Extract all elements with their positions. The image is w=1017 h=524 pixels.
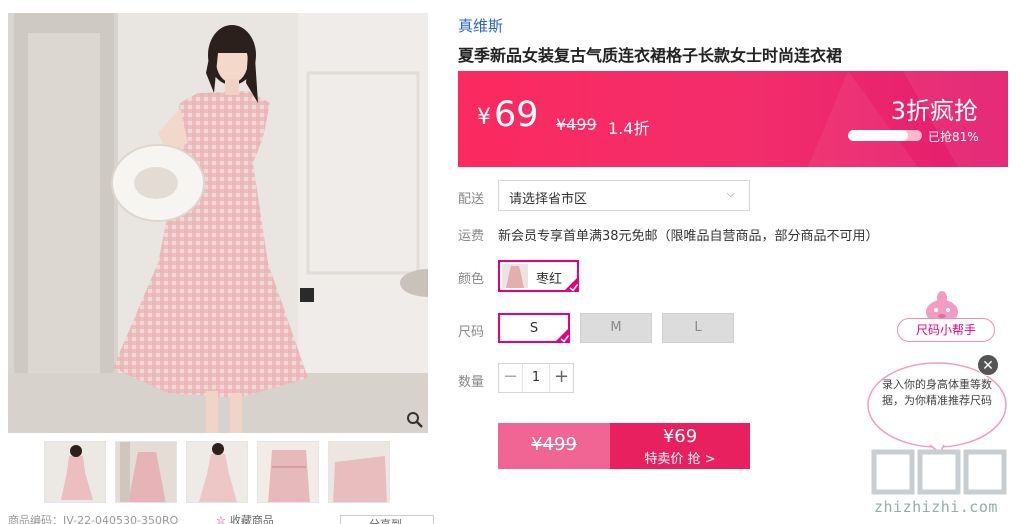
- size-label: 尺码: [458, 325, 485, 340]
- site-watermark: zhizhizhi.com: [866, 446, 1011, 522]
- promo-label: 3折疯抢: [890, 97, 978, 125]
- quantity-label: 数量: [458, 375, 485, 390]
- product-title: 夏季新品女装复古气质连衣裙格子长款女士时尚连衣裙: [458, 46, 843, 65]
- currency-symbol: ¥: [477, 105, 491, 130]
- below-image-strip: 商品编码：JV-22-040530-350RO ☆收藏商品 分享到: [8, 512, 438, 524]
- selected-check-icon: [563, 276, 579, 292]
- chevron-down-icon: ⌵: [726, 187, 735, 200]
- quantity-value[interactable]: 1: [523, 364, 549, 392]
- main-product-image[interactable]: [8, 13, 428, 433]
- size-option-label: S: [529, 321, 539, 336]
- favorite-label: 收藏商品: [229, 514, 274, 524]
- current-price: 69: [494, 95, 539, 135]
- delivery-label: 配送: [458, 192, 485, 207]
- buy-sale-price: ¥69: [662, 426, 698, 447]
- buy-button[interactable]: ¥499 ¥69 特卖价 抢 >: [498, 423, 750, 469]
- quantity-stepper: − 1 +: [498, 363, 574, 393]
- thumbnail-1[interactable]: [44, 441, 106, 503]
- sold-progress-bar: [848, 130, 922, 141]
- region-select[interactable]: 请选择省市区 ⌵: [498, 180, 750, 211]
- buy-original-price: ¥499: [498, 423, 610, 469]
- star-icon: ☆: [216, 514, 226, 524]
- size-option-m[interactable]: M: [580, 313, 652, 343]
- size-option-label: M: [610, 320, 622, 335]
- size-option-label: L: [694, 320, 702, 335]
- shipping-label: 运费: [458, 229, 485, 244]
- sold-percent-text: 已抢81%: [928, 130, 979, 144]
- buy-action-text: 特卖价 抢 >: [644, 452, 716, 467]
- buy-sale-section: ¥69 特卖价 抢 >: [610, 423, 750, 469]
- quantity-increase-button[interactable]: +: [549, 364, 573, 392]
- sold-progress-fill: [848, 130, 908, 141]
- share-button[interactable]: 分享到: [340, 515, 434, 524]
- discount-rate: 1.4折: [608, 119, 650, 138]
- shipping-info: 新会员专享首单满38元免邮（限唯品自营商品，部分商品不可用）: [498, 229, 879, 244]
- color-swatch-image: [502, 264, 528, 288]
- price-banner: ¥ 69 ¥499 1.4折 3折疯抢 已抢81%: [458, 71, 1008, 167]
- zoom-icon[interactable]: [406, 411, 424, 429]
- size-option-l[interactable]: L: [662, 313, 734, 343]
- watermark-text: zhizhizhi.com: [874, 498, 998, 516]
- thumbnail-2[interactable]: [115, 441, 177, 503]
- selected-check-icon: [554, 327, 570, 343]
- close-icon[interactable]: ✕: [977, 354, 999, 376]
- size-helper-text: 录入你的身高体重等数据，为你精准推荐尺码: [882, 378, 992, 407]
- brand-link[interactable]: 真维斯: [458, 15, 503, 36]
- color-label: 颜色: [458, 272, 485, 287]
- watermark-logo: [871, 449, 1007, 495]
- size-option-s[interactable]: S: [498, 313, 570, 343]
- favorite-button[interactable]: ☆ 收藏商品: [216, 512, 274, 524]
- region-select-value: 请选择省市区: [509, 192, 588, 207]
- original-price: ¥499: [556, 115, 597, 134]
- size-helper-button[interactable]: 尺码小帮手: [897, 318, 995, 342]
- quantity-decrease-button[interactable]: −: [499, 364, 523, 392]
- thumbnail-3[interactable]: [186, 441, 248, 503]
- color-option-red[interactable]: 枣红: [498, 260, 579, 292]
- color-option-label: 枣红: [536, 272, 563, 287]
- product-code: 商品编码：JV-22-040530-350RO: [8, 514, 179, 524]
- thumbnail-strip: [44, 441, 390, 503]
- thumbnail-4[interactable]: [257, 441, 319, 503]
- thumbnail-5[interactable]: [328, 441, 390, 503]
